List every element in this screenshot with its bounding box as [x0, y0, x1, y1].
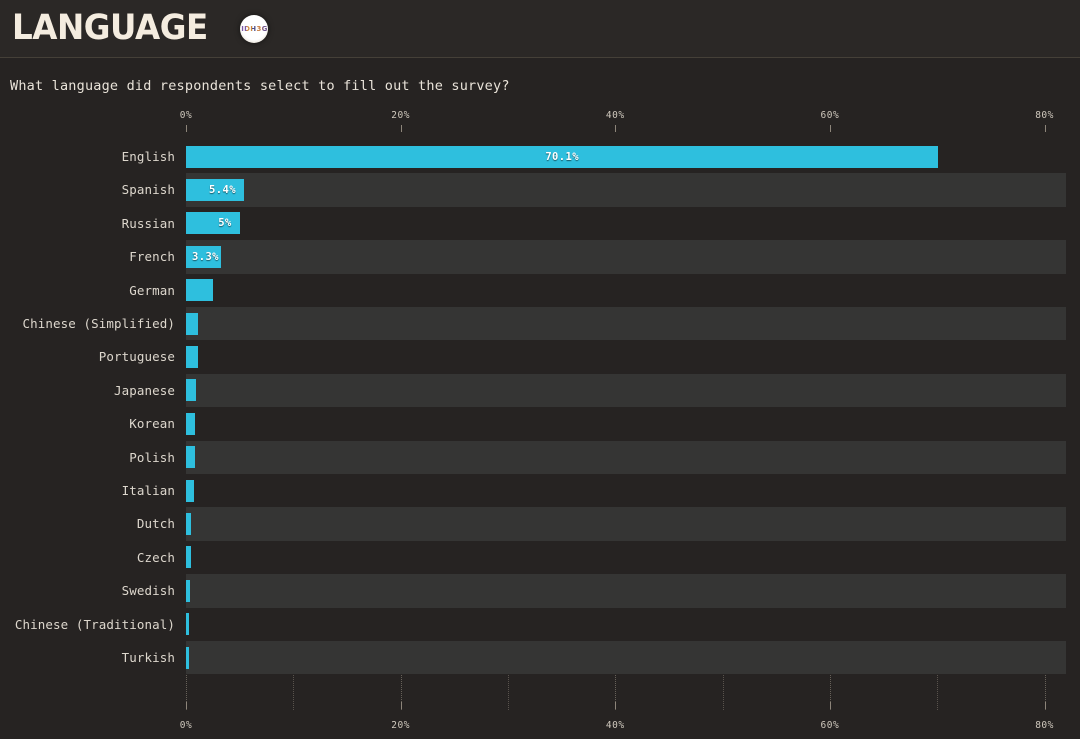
row-background: [186, 240, 1066, 273]
language-bar-chart: 0%20%40%60%80% English70.1%Spanish5.4%Ru…: [0, 110, 1080, 739]
bar[interactable]: [186, 346, 198, 368]
axis-tick-mark: [615, 125, 616, 132]
category-label: English: [122, 140, 175, 173]
category-label: Chinese (Simplified): [22, 307, 175, 340]
bar[interactable]: [186, 580, 190, 602]
bar[interactable]: [186, 546, 191, 568]
chart-row: Polish: [186, 441, 1066, 474]
bar-value-label: 5.4%: [186, 179, 244, 201]
row-background: [186, 307, 1066, 340]
bar-value-label: 70.1%: [186, 146, 938, 168]
chart-row: French3.3%: [186, 240, 1066, 273]
category-label: Portuguese: [99, 340, 175, 373]
category-label: Swedish: [122, 574, 175, 607]
chart-row: Russian5%: [186, 207, 1066, 240]
axis-tick-mark: [186, 125, 187, 132]
row-background: [186, 507, 1066, 540]
chart-row: German: [186, 274, 1066, 307]
chart-row: Spanish5.4%: [186, 173, 1066, 206]
row-background: [186, 374, 1066, 407]
bar[interactable]: [186, 379, 196, 401]
axis-tick-label: 60%: [821, 110, 840, 121]
category-label: Japanese: [114, 374, 175, 407]
row-background: [186, 207, 1066, 240]
axis-tick-label: 80%: [1035, 110, 1054, 121]
plot-area: English70.1%Spanish5.4%Russian5%French3.…: [186, 140, 1066, 710]
bar[interactable]: [186, 480, 194, 502]
row-background: [186, 641, 1066, 674]
axis-tick-mark: [1045, 702, 1046, 709]
axis-tick-label: 20%: [391, 720, 410, 731]
row-background: [186, 441, 1066, 474]
bar[interactable]: [186, 446, 195, 468]
category-label: Turkish: [122, 641, 175, 674]
chart-row: Dutch: [186, 507, 1066, 540]
category-label: Korean: [129, 407, 175, 440]
chart-row: Chinese (Simplified): [186, 307, 1066, 340]
bar[interactable]: [186, 647, 189, 669]
axis-tick-label: 60%: [821, 720, 840, 731]
chart-row: Korean: [186, 407, 1066, 440]
row-background: [186, 340, 1066, 373]
axis-tick-mark: [401, 125, 402, 132]
bar[interactable]: [186, 279, 213, 301]
chart-row: Turkish: [186, 641, 1066, 674]
axis-tick-mark: [1045, 125, 1046, 132]
row-background: [186, 541, 1066, 574]
category-label: Chinese (Traditional): [15, 608, 175, 641]
category-label: French: [129, 240, 175, 273]
language-chart-page: LANGUAGE IDH3G What language did respond…: [0, 0, 1080, 739]
bar[interactable]: [186, 313, 198, 335]
axis-tick-mark: [186, 702, 187, 709]
axis-tick-label: 80%: [1035, 720, 1054, 731]
axis-tick-label: 0%: [180, 110, 192, 121]
axis-tick-mark: [401, 702, 402, 709]
row-background: [186, 407, 1066, 440]
axis-tick-mark: [615, 702, 616, 709]
axis-tick-label: 40%: [606, 110, 625, 121]
category-label: Italian: [122, 474, 175, 507]
chart-row: Italian: [186, 474, 1066, 507]
category-label: German: [129, 274, 175, 307]
row-background: [186, 274, 1066, 307]
row-background: [186, 608, 1066, 641]
row-background: [186, 173, 1066, 206]
circular-logo-badge-icon: IDH3G: [240, 15, 268, 43]
survey-question: What language did respondents select to …: [0, 58, 1080, 94]
page-title: LANGUAGE: [12, 11, 208, 46]
chart-row: Czech: [186, 541, 1066, 574]
chart-row: Japanese: [186, 374, 1066, 407]
chart-row: Swedish: [186, 574, 1066, 607]
axis-tick-mark: [830, 125, 831, 132]
chart-row: English70.1%: [186, 140, 1066, 173]
x-axis-bottom: 0%20%40%60%80%: [186, 712, 1066, 734]
axis-tick-label: 0%: [180, 720, 192, 731]
category-label: Polish: [129, 441, 175, 474]
category-label: Dutch: [137, 507, 175, 540]
bar-value-label: 5%: [186, 212, 240, 234]
chart-row: Portuguese: [186, 340, 1066, 373]
x-axis-top: 0%20%40%60%80%: [186, 110, 1066, 132]
row-background: [186, 574, 1066, 607]
badge-label: IDH3G: [241, 25, 267, 33]
axis-tick-mark: [830, 702, 831, 709]
axis-tick-label: 20%: [391, 110, 410, 121]
bar-value-label: 3.3%: [186, 246, 221, 268]
category-label: Czech: [137, 541, 175, 574]
row-background: [186, 474, 1066, 507]
bar[interactable]: [186, 413, 195, 435]
chart-row: Chinese (Traditional): [186, 608, 1066, 641]
page-header: LANGUAGE IDH3G: [0, 0, 1080, 58]
axis-tick-label: 40%: [606, 720, 625, 731]
bar[interactable]: [186, 613, 189, 635]
category-label: Russian: [122, 207, 175, 240]
category-label: Spanish: [122, 173, 175, 206]
bar[interactable]: [186, 513, 191, 535]
